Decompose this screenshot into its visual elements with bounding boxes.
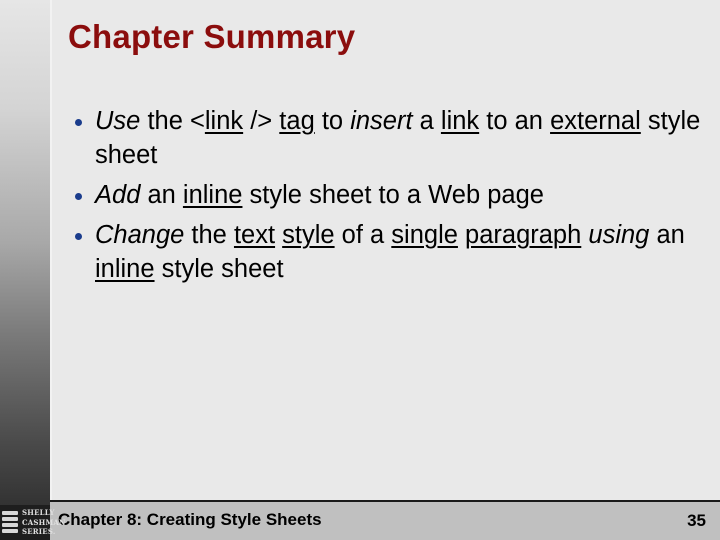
text-segment: an: [649, 221, 685, 249]
logo-line: CASHMAN: [22, 517, 66, 527]
bullet-text: Change the text style of a single paragr…: [95, 218, 715, 286]
bullet-item: Use the <link /> tag to insert a link to…: [75, 104, 715, 172]
stacked-books-icon: [2, 511, 18, 535]
underlined-term: tag: [279, 107, 315, 135]
text-segment: the <: [140, 107, 205, 135]
underlined-term: style: [282, 221, 335, 249]
text-segment: style sheet: [154, 255, 284, 283]
text-segment: to an: [479, 107, 551, 135]
logo-text: SHELLY CASHMAN SERIES.: [22, 508, 66, 537]
underlined-term: single: [391, 221, 458, 249]
logo-line: SERIES.: [22, 527, 56, 536]
underlined-term: link: [440, 107, 480, 135]
text-segment: style sheet to a Web page: [242, 181, 544, 209]
underlined-term: external: [550, 107, 641, 135]
bullet-text: Use the <link /> tag to insert a link to…: [95, 104, 715, 172]
underlined-term: text: [233, 221, 276, 249]
bullet-dot-icon: [75, 193, 82, 200]
text-segment: />: [243, 107, 280, 135]
italic-term: Change: [95, 221, 185, 249]
text-segment: an: [140, 181, 183, 209]
footer-bar: Chapter 8: Creating Style Sheets 35: [50, 500, 720, 540]
italic-term: using: [588, 221, 650, 249]
sidebar-edge: [50, 0, 52, 500]
text-segment: to: [314, 107, 351, 135]
publisher-logo: SHELLY CASHMAN SERIES.: [0, 505, 65, 540]
italic-term: Add: [95, 181, 141, 209]
bullet-item: Add an inline style sheet to a Web page: [75, 178, 715, 212]
text-segment: of a: [334, 221, 392, 249]
italic-term: Use: [95, 107, 141, 135]
footer-chapter-label: Chapter 8: Creating Style Sheets: [58, 510, 322, 529]
slide-title: Chapter Summary: [68, 18, 356, 55]
bullet-list: Use the <link /> tag to insert a link to…: [75, 104, 715, 292]
underlined-term: paragraph: [465, 221, 582, 249]
bullet-item: Change the text style of a single paragr…: [75, 218, 715, 286]
italic-term: insert: [350, 107, 413, 135]
text-segment: [458, 221, 465, 249]
sidebar-gradient: [0, 0, 50, 540]
underlined-term: inline: [95, 255, 155, 283]
underlined-term: link: [204, 107, 244, 135]
underlined-term: inline: [182, 181, 243, 209]
bullet-dot-icon: [75, 119, 82, 126]
logo-line: SHELLY: [22, 508, 55, 517]
bullet-text: Add an inline style sheet to a Web page: [95, 178, 715, 212]
text-segment: a: [412, 107, 441, 135]
bullet-dot-icon: [75, 233, 82, 240]
page-number: 35: [687, 511, 706, 530]
text-segment: the: [184, 221, 234, 249]
